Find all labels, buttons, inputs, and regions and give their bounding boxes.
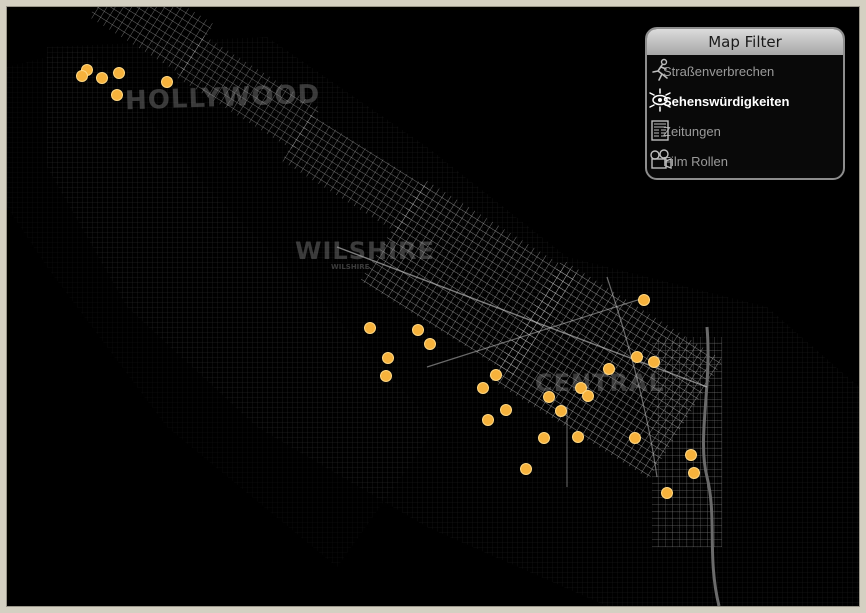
landmark-marker[interactable] bbox=[161, 76, 173, 88]
landmark-marker[interactable] bbox=[364, 322, 376, 334]
landmark-marker[interactable] bbox=[424, 338, 436, 350]
film-camera-icon bbox=[650, 149, 672, 170]
landmark-marker[interactable] bbox=[76, 70, 88, 82]
landmark-marker[interactable] bbox=[500, 404, 512, 416]
landmark-marker[interactable] bbox=[538, 432, 550, 444]
map-filter-panel: Map Filter Straßenverbrechen Sehenswürdi… bbox=[645, 27, 845, 180]
landmark-camera-icon bbox=[649, 88, 671, 112]
landmark-marker[interactable] bbox=[629, 432, 641, 444]
filter-street-crimes[interactable]: Straßenverbrechen bbox=[647, 57, 843, 87]
filter-film-reels[interactable]: Film Rollen bbox=[647, 147, 843, 177]
landmark-marker[interactable] bbox=[520, 463, 532, 475]
landmark-marker[interactable] bbox=[582, 390, 594, 402]
landmark-marker[interactable] bbox=[96, 72, 108, 84]
district-label-central: CENTRAL bbox=[535, 369, 665, 397]
landmark-marker[interactable] bbox=[113, 67, 125, 79]
map-filter-title: Map Filter bbox=[647, 29, 843, 55]
landmark-marker[interactable] bbox=[638, 294, 650, 306]
running-man-icon bbox=[652, 58, 668, 81]
landmark-marker[interactable] bbox=[412, 324, 424, 336]
landmark-marker[interactable] bbox=[382, 352, 394, 364]
landmark-marker[interactable] bbox=[661, 487, 673, 499]
landmark-marker[interactable] bbox=[380, 370, 392, 382]
landmark-marker[interactable] bbox=[685, 449, 697, 461]
landmark-marker[interactable] bbox=[603, 363, 615, 375]
landmark-marker[interactable] bbox=[543, 391, 555, 403]
city-map[interactable]: HOLLYWOOD WILSHIRE WILSHIRE CENTRAL Map … bbox=[6, 6, 860, 607]
window-frame: HOLLYWOOD WILSHIRE WILSHIRE CENTRAL Map … bbox=[0, 0, 866, 613]
landmark-marker[interactable] bbox=[688, 467, 700, 479]
landmark-marker[interactable] bbox=[111, 89, 123, 101]
landmark-marker[interactable] bbox=[631, 351, 643, 363]
landmark-marker[interactable] bbox=[477, 382, 489, 394]
filter-landmarks-label: Sehenswürdigkeiten bbox=[663, 94, 790, 109]
filter-newspapers[interactable]: Zeitungen bbox=[647, 117, 843, 147]
district-label-wilshire: WILSHIRE bbox=[295, 237, 435, 265]
filter-landmarks[interactable]: Sehenswürdigkeiten bbox=[647, 87, 843, 117]
landmark-marker[interactable] bbox=[490, 369, 502, 381]
landmark-marker[interactable] bbox=[555, 405, 567, 417]
newspaper-icon bbox=[651, 120, 669, 141]
filter-street-crimes-label: Straßenverbrechen bbox=[663, 64, 775, 79]
district-sublabel-wilshire: WILSHIRE bbox=[331, 263, 370, 271]
landmark-marker[interactable] bbox=[572, 431, 584, 443]
landmark-marker[interactable] bbox=[482, 414, 494, 426]
landmark-marker[interactable] bbox=[648, 356, 660, 368]
